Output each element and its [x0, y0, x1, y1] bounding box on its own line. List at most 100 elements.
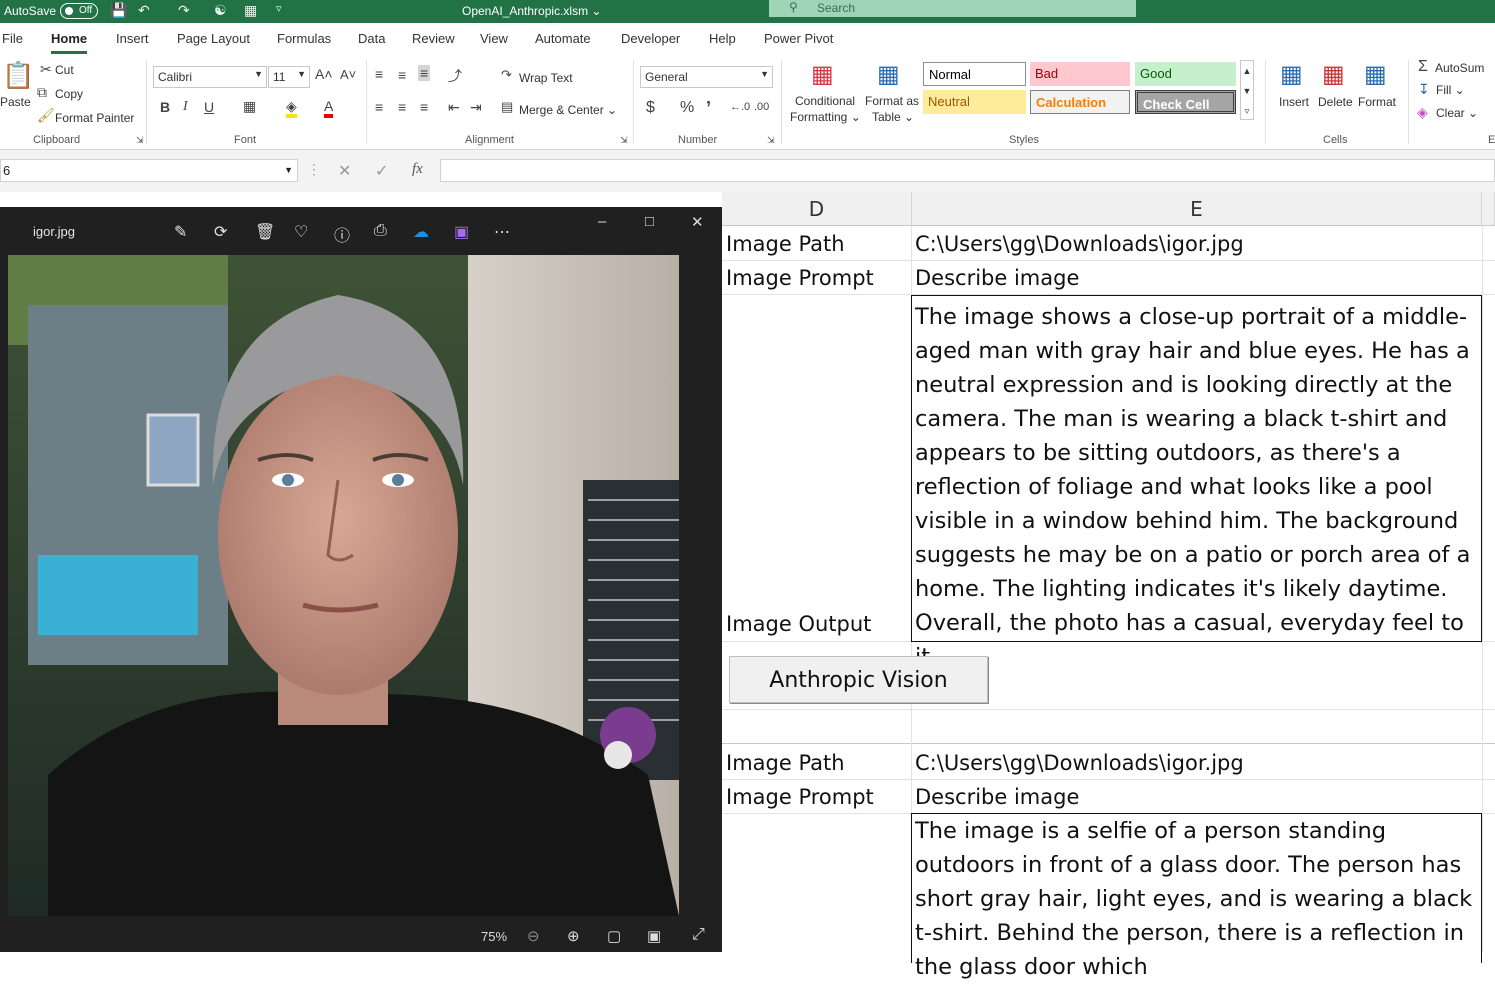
- align-top-icon[interactable]: ≡: [375, 66, 383, 82]
- maximize-icon[interactable]: □: [645, 213, 654, 230]
- tab-formulas[interactable]: Formulas: [277, 31, 331, 46]
- print-icon[interactable]: ⎙: [374, 222, 387, 240]
- format-as-table-icon[interactable]: ▦: [877, 60, 900, 89]
- font-name-select[interactable]: Calibri ▼: [153, 66, 267, 88]
- actual-size-icon[interactable]: ▣: [647, 927, 661, 945]
- undo-icon[interactable]: ↶: [138, 2, 150, 19]
- column-header-d[interactable]: D: [722, 192, 912, 226]
- autosum-icon[interactable]: Σ: [1418, 58, 1428, 76]
- clear-button[interactable]: Clear ⌄: [1436, 106, 1478, 120]
- tab-review[interactable]: Review: [412, 31, 455, 46]
- delete-cells-icon[interactable]: ▦: [1322, 60, 1345, 89]
- flow-icon[interactable]: ☯: [214, 2, 227, 19]
- increase-indent-icon[interactable]: ⇥: [470, 99, 482, 116]
- minimize-icon[interactable]: –: [598, 213, 606, 230]
- percent-icon[interactable]: %: [680, 99, 694, 117]
- format-painter-button[interactable]: Format Painter: [55, 111, 134, 125]
- underline-icon[interactable]: U: [204, 99, 214, 115]
- format-painter-icon[interactable]: 🖌: [37, 107, 55, 124]
- orientation-icon[interactable]: ⤴: [448, 66, 462, 86]
- tab-file[interactable]: File: [2, 31, 23, 46]
- cut-icon[interactable]: ✂: [40, 61, 52, 78]
- form-icon[interactable]: ▦: [244, 2, 257, 19]
- fill-icon[interactable]: ↧: [1418, 81, 1430, 98]
- insert-cells-icon[interactable]: ▦: [1280, 60, 1303, 89]
- save-icon[interactable]: 💾: [110, 2, 127, 19]
- tab-data[interactable]: Data: [358, 31, 385, 46]
- conditional-formatting-icon[interactable]: ▦: [811, 60, 834, 89]
- tab-view[interactable]: View: [480, 31, 508, 46]
- copy-icon[interactable]: ⧉: [37, 84, 47, 101]
- borders-icon[interactable]: ▦: [243, 98, 256, 115]
- cell-e-image-path-1[interactable]: C:\Users\gg\Downloads\igor.jpg: [915, 232, 1244, 256]
- style-normal[interactable]: Normal: [923, 62, 1026, 86]
- clipboard-launcher-icon[interactable]: ⇲: [136, 135, 144, 146]
- zoom-in-icon[interactable]: ⊕: [567, 927, 580, 945]
- fill-color-icon[interactable]: ◈: [286, 98, 297, 118]
- column-header-e[interactable]: E: [912, 192, 1482, 226]
- redo-icon[interactable]: ↷: [178, 2, 190, 19]
- insert-function-icon[interactable]: fx: [412, 161, 423, 178]
- cell-d-image-output-1[interactable]: Image Output: [726, 612, 871, 636]
- tab-automate[interactable]: Automate: [535, 31, 591, 46]
- formula-input[interactable]: [440, 159, 1495, 182]
- cell-d-image-path-2[interactable]: Image Path: [726, 751, 845, 775]
- style-check-cell[interactable]: Check Cell: [1135, 90, 1236, 114]
- font-color-icon[interactable]: A: [324, 98, 334, 118]
- close-icon[interactable]: ✕: [691, 213, 704, 231]
- insert-cells-button[interactable]: Insert: [1279, 95, 1309, 109]
- format-as-table-button[interactable]: Format as: [865, 94, 919, 108]
- number-launcher-icon[interactable]: ⇲: [767, 135, 775, 146]
- align-left-icon[interactable]: ≡: [375, 99, 383, 115]
- cell-e-image-output-2[interactable]: The image is a selfie of a person standi…: [911, 813, 1482, 980]
- merge-center-icon[interactable]: ▤: [501, 99, 513, 115]
- italic-icon[interactable]: I: [183, 99, 188, 115]
- tab-power-pivot[interactable]: Power Pivot: [764, 31, 833, 46]
- clipchamp-icon[interactable]: ▣: [454, 222, 469, 242]
- currency-icon[interactable]: $: [646, 99, 655, 117]
- format-cells-button[interactable]: Format: [1358, 95, 1396, 109]
- cell-d-image-prompt-1[interactable]: Image Prompt: [726, 266, 874, 290]
- edit-image-icon[interactable]: ✎: [174, 222, 187, 242]
- anthropic-vision-button[interactable]: Anthropic Vision: [729, 656, 988, 703]
- tab-developer[interactable]: Developer: [621, 31, 680, 46]
- rotate-icon[interactable]: ⟳: [214, 222, 227, 242]
- align-bottom-icon[interactable]: ≡: [418, 65, 431, 81]
- align-middle-icon[interactable]: ≡: [398, 67, 406, 83]
- more-options-icon[interactable]: ⋯: [494, 222, 510, 242]
- cell-d-image-path-1[interactable]: Image Path: [726, 232, 845, 256]
- tab-help[interactable]: Help: [709, 31, 736, 46]
- autosum-button[interactable]: AutoSum: [1435, 61, 1484, 75]
- info-icon[interactable]: ⓘ: [334, 222, 350, 246]
- cell-d-image-prompt-2[interactable]: Image Prompt: [726, 785, 874, 809]
- format-cells-icon[interactable]: ▦: [1364, 60, 1387, 89]
- styles-gallery-scroll[interactable]: ▲ ▼ ▿: [1240, 60, 1254, 120]
- cell-e-image-output-1[interactable]: The image shows a close-up portrait of a…: [911, 295, 1482, 670]
- cut-button[interactable]: Cut: [55, 63, 74, 77]
- clear-icon[interactable]: ◈: [1417, 104, 1428, 121]
- search-input[interactable]: ⚲ Search: [769, 0, 1136, 17]
- paste-icon[interactable]: 📋: [2, 60, 34, 91]
- fill-button[interactable]: Fill ⌄: [1436, 83, 1465, 97]
- merge-center-button[interactable]: Merge & Center ⌄: [519, 103, 617, 117]
- delete-cells-button[interactable]: Delete: [1318, 95, 1353, 109]
- paste-button[interactable]: Paste: [0, 95, 31, 109]
- style-calculation[interactable]: Calculation: [1030, 90, 1130, 114]
- bold-icon[interactable]: B: [160, 99, 170, 115]
- font-size-select[interactable]: 11 ▼: [268, 66, 310, 88]
- zoom-out-icon[interactable]: ⊖: [527, 927, 540, 945]
- cancel-icon[interactable]: ✕: [338, 161, 351, 181]
- customize-qat-icon[interactable]: ▿: [276, 2, 282, 15]
- cell-e-image-prompt-1[interactable]: Describe image: [915, 266, 1079, 290]
- decrease-indent-icon[interactable]: ⇤: [448, 99, 460, 116]
- style-bad[interactable]: Bad: [1030, 62, 1130, 86]
- tab-page-layout[interactable]: Page Layout: [177, 31, 250, 46]
- align-right-icon[interactable]: ≡: [420, 99, 428, 115]
- decrease-decimal-icon[interactable]: .00: [754, 101, 769, 113]
- fit-window-icon[interactable]: ▢: [607, 927, 621, 945]
- alignment-launcher-icon[interactable]: ⇲: [620, 135, 628, 146]
- copy-button[interactable]: Copy: [55, 87, 83, 101]
- increase-font-icon[interactable]: A˄: [315, 66, 333, 82]
- enter-icon[interactable]: ✓: [375, 161, 388, 181]
- conditional-formatting-button[interactable]: Conditional: [795, 94, 855, 108]
